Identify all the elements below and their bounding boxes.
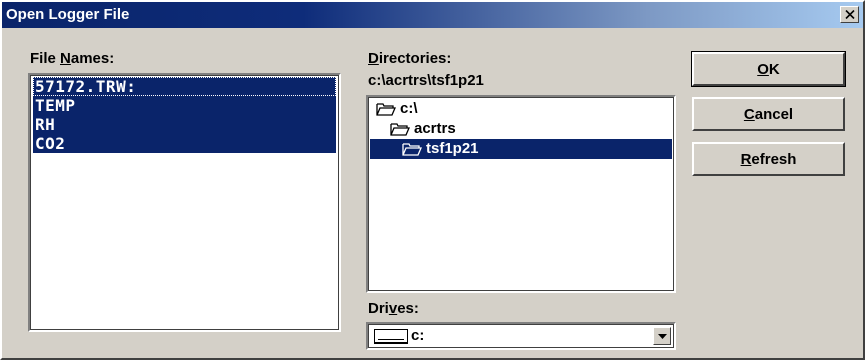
ok-accel: O [757, 60, 769, 78]
close-icon [844, 10, 855, 19]
list-item[interactable]: RH [33, 115, 336, 134]
cancel-accel: C [743, 105, 755, 123]
ok-button[interactable]: OK [691, 51, 846, 87]
refresh-button[interactable]: Refresh [692, 142, 845, 176]
dir-item-label: acrtrs [414, 120, 456, 137]
directories-label-post: irectories: [378, 50, 452, 67]
dir-item-acrtrs[interactable]: acrtrs [390, 119, 456, 139]
dir-item-label: tsf1p21 [426, 140, 479, 157]
file-names-label-accel: N [60, 50, 71, 67]
file-names-label-post: ames: [70, 50, 115, 67]
file-names-label: File Names: [30, 50, 114, 67]
drives-label-post: es: [397, 300, 419, 317]
directories-label-accel: D [368, 50, 379, 67]
drives-label-accel: v [388, 300, 398, 317]
list-item[interactable]: CO2 [33, 134, 336, 153]
directories-label: Directories: [368, 50, 451, 67]
dir-item-tsf1p21[interactable]: tsf1p21 [370, 139, 672, 159]
cancel-rest: ancel [754, 105, 794, 123]
dir-item-label: c:\ [400, 100, 418, 117]
drives-dropdown[interactable]: c: [366, 322, 676, 350]
list-item[interactable]: TEMP [33, 96, 336, 115]
folder-open-icon [402, 143, 422, 156]
open-logger-file-dialog: Open Logger File File Names: 57172.TRW: … [0, 0, 865, 360]
folder-open-icon [390, 123, 410, 136]
close-button[interactable] [840, 6, 859, 23]
drives-label: Drives: [368, 300, 419, 317]
refresh-accel: R [740, 150, 752, 168]
folder-open-icon [376, 103, 396, 116]
drives-label-pre: Dri [368, 300, 389, 317]
ok-rest: K [768, 60, 780, 78]
window-title: Open Logger File [6, 6, 130, 23]
refresh-rest: efresh [751, 150, 797, 168]
list-item[interactable]: 57172.TRW: [33, 77, 336, 96]
cancel-button[interactable]: Cancel [692, 97, 845, 131]
file-names-label-pre: File [30, 50, 61, 67]
directories-listbox[interactable]: c:\ acrtrs tsf1p21 [366, 95, 676, 293]
drives-dropdown-button[interactable] [653, 327, 671, 345]
dropdown-arrow-icon [657, 333, 667, 339]
title-bar[interactable]: Open Logger File [2, 2, 863, 28]
drives-selected-value: c: [411, 327, 425, 344]
drive-icon [374, 329, 408, 344]
file-names-listbox[interactable]: 57172.TRW: TEMP RH CO2 [28, 73, 341, 332]
current-directory-path: c:\acrtrs\tsf1p21 [368, 72, 484, 89]
dir-item-root[interactable]: c:\ [376, 99, 418, 119]
